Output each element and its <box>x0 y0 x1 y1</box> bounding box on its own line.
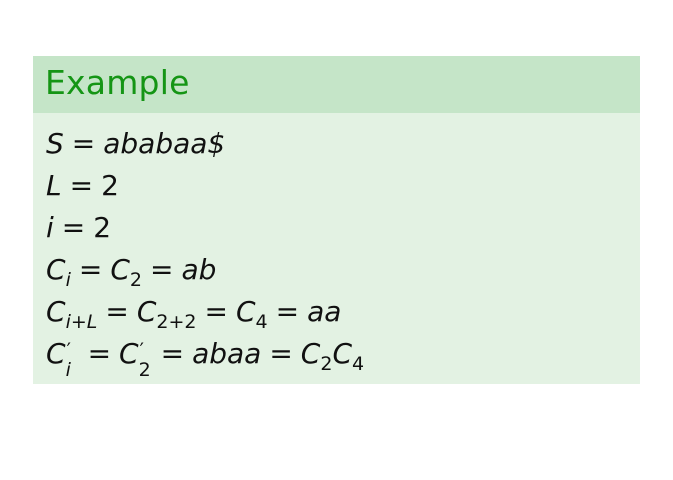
math-subsup: ′ 2 <box>139 339 153 381</box>
math-var: C <box>110 253 130 286</box>
math-value: aa <box>307 295 342 328</box>
math-var: L <box>46 169 62 202</box>
example-block-body: S = ababaa$ L = 2 i = 2 Ci = C2 = ab Ci+L = C2+2 = C4 =… <box>33 113 640 381</box>
math-equals: = <box>160 337 185 370</box>
math-subscript: 2 <box>129 269 142 291</box>
math-var: C <box>46 253 66 286</box>
math-subscript: 2 <box>138 359 151 381</box>
equation-l: L = 2 <box>46 169 640 211</box>
math-value: 2 <box>101 169 119 202</box>
example-block-header: Example <box>33 56 640 113</box>
equation-ci-prime: C ′ i = C ′ 2 = abaa = C2C4 <box>46 337 640 381</box>
example-block-title: Example <box>45 63 190 102</box>
math-equals: = <box>71 127 96 160</box>
math-subsup: ′ i <box>66 339 80 381</box>
equation-ci-plus-l: Ci+L = C2+2 = C4 = aa <box>46 295 640 337</box>
math-var: C <box>119 337 139 370</box>
math-subscript: 2 <box>320 353 333 375</box>
math-subscript: 2+2 <box>156 311 197 333</box>
math-var: C <box>46 295 66 328</box>
math-var: C <box>46 337 66 370</box>
equation-s: S = ababaa$ <box>46 127 640 169</box>
math-equals: = <box>69 169 94 202</box>
math-value: ab <box>181 253 217 286</box>
math-equals: = <box>61 211 86 244</box>
math-value: abaa <box>192 337 262 370</box>
math-value: 2 <box>93 211 112 244</box>
math-value: ababaa$ <box>103 127 226 160</box>
math-var: C <box>300 337 321 370</box>
math-equals: = <box>78 253 103 286</box>
math-subscript: 4 <box>255 311 268 333</box>
math-equals: = <box>275 295 300 328</box>
math-var: C <box>136 295 157 328</box>
math-equals: = <box>105 295 129 328</box>
equation-ci: Ci = C2 = ab <box>46 253 640 295</box>
math-subscript: i+L <box>65 311 98 333</box>
math-var: S <box>46 127 64 160</box>
math-subscript: i <box>65 359 71 381</box>
math-var: C <box>235 295 256 328</box>
math-subscript: 4 <box>352 353 365 375</box>
math-equals: = <box>204 295 228 328</box>
equation-i: i = 2 <box>46 211 640 253</box>
math-equals: = <box>269 337 293 370</box>
math-equals: = <box>149 253 174 286</box>
math-var: C <box>332 337 352 370</box>
math-var: i <box>46 211 54 244</box>
math-equals: = <box>87 337 112 370</box>
example-block: Example S = ababaa$ L = 2 i = 2 Ci = C2 = ab Ci+L =… <box>33 56 640 384</box>
